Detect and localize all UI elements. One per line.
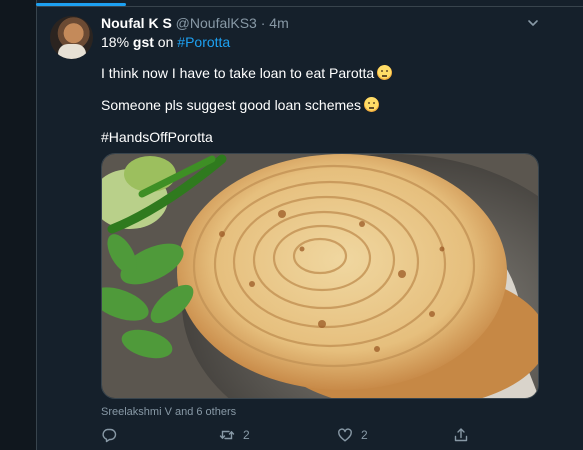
like-button[interactable]: 2 xyxy=(337,427,368,443)
reply-icon xyxy=(102,428,117,443)
retweet-button[interactable]: 2 xyxy=(219,427,250,443)
heart-icon xyxy=(338,428,352,442)
like-count: 2 xyxy=(361,428,368,442)
face-with-rolling-eyes-icon xyxy=(377,65,393,80)
retweet-icon xyxy=(219,430,235,440)
hashtag-handsoffporotta[interactable]: #HandsOffPorotta xyxy=(101,128,213,146)
tweet-text-1: I think now I have to take loan to eat P… xyxy=(101,64,393,82)
gst-prefix: 18% xyxy=(101,34,133,50)
tweet-line-gst: 18% gst on #Porotta xyxy=(101,33,230,51)
chevron-down-icon[interactable] xyxy=(526,16,540,30)
parotta-photo xyxy=(102,154,538,398)
author-avatar[interactable] xyxy=(50,16,93,59)
share-button[interactable] xyxy=(453,427,469,443)
share-icon xyxy=(454,428,468,442)
hashtag-porotta[interactable]: #Porotta xyxy=(177,34,230,50)
liked-by-text[interactable]: Sreelakshmi V and 6 others xyxy=(101,406,236,418)
tweet-header: Noufal K S @NoufalKS3 · 4m xyxy=(101,14,289,32)
top-divider xyxy=(36,6,583,7)
tweet-time[interactable]: 4m xyxy=(269,15,288,31)
separator-dot: · xyxy=(260,15,266,31)
active-tab-indicator xyxy=(36,3,126,6)
tweet-text-2: Someone pls suggest good loan schemes xyxy=(101,96,379,114)
disappointed-face-icon xyxy=(363,97,379,112)
tweet-media-image[interactable] xyxy=(101,153,539,399)
author-handle[interactable]: @NoufalKS3 xyxy=(176,15,257,31)
reply-button[interactable] xyxy=(101,427,117,443)
tweet-actions: 2 2 xyxy=(101,427,481,447)
gst-bold: gst xyxy=(132,34,154,50)
tweet-text-1-content: I think now I have to take loan to eat P… xyxy=(101,65,375,81)
retweet-count: 2 xyxy=(243,428,250,442)
gst-mid: on xyxy=(153,34,178,50)
tweet-text-2-content: Someone pls suggest good loan schemes xyxy=(101,97,361,113)
author-name[interactable]: Noufal K S xyxy=(101,15,172,31)
